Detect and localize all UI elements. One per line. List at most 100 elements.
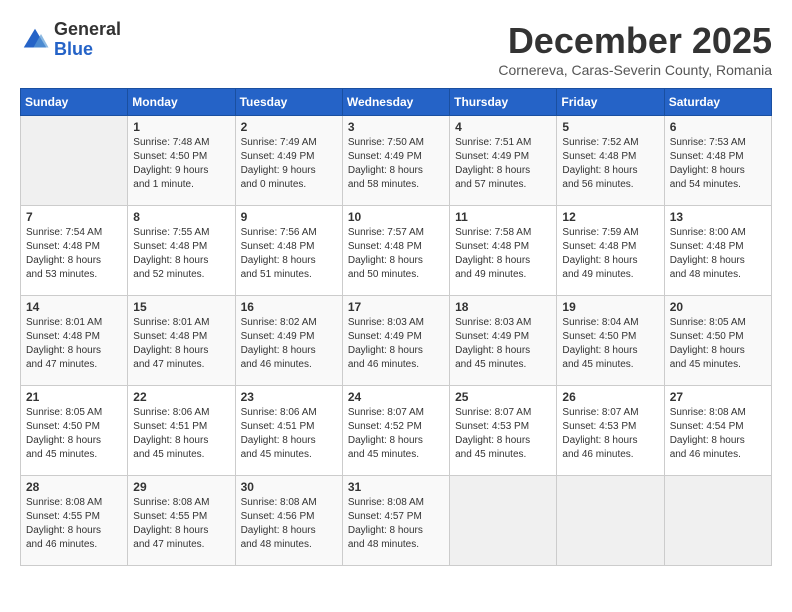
day-number: 21	[26, 390, 122, 404]
day-number: 10	[348, 210, 444, 224]
calendar-day-cell: 22 Sunrise: 8:06 AM Sunset: 4:51 PM Dayli…	[128, 386, 235, 476]
calendar-day-cell: 28Sunrise: 8:08 AM Sunset: 4:55 PM Dayli…	[21, 476, 128, 566]
calendar-day-cell: 4 Sunrise: 7:51 AM Sunset: 4:49 PM Daylig…	[450, 116, 557, 206]
day-info: Sunrise: 7:48 AM Sunset: 4:50 PM Dayligh…	[133, 136, 229, 192]
calendar-day-cell: 16Sunrise: 8:02 AM Sunset: 4:49 PM Dayli…	[235, 296, 342, 386]
calendar-subtitle: Cornereva, Caras-Severin County, Romania	[498, 62, 772, 78]
day-number: 13	[670, 210, 766, 224]
calendar-day-cell: 17 Sunrise: 8:03 AM Sunset: 4:49 PM Dayli…	[342, 296, 449, 386]
day-number: 2	[241, 120, 337, 134]
day-info: Sunrise: 8:05 AM Sunset: 4:50 PM Dayligh…	[26, 406, 122, 462]
day-info: Sunrise: 8:08 AM Sunset: 4:55 PM Dayligh…	[26, 496, 122, 552]
day-info: Sunrise: 7:49 AM Sunset: 4:49 PM Dayligh…	[241, 136, 337, 192]
day-info: Sunrise: 8:08 AM Sunset: 4:57 PM Dayligh…	[348, 496, 444, 552]
day-info: Sunrise: 8:08 AM Sunset: 4:55 PM Dayligh…	[133, 496, 229, 552]
weekday-header-thursday: Thursday	[450, 89, 557, 116]
day-number: 29	[133, 480, 229, 494]
calendar-day-cell: 21 Sunrise: 8:05 AM Sunset: 4:50 PM Dayli…	[21, 386, 128, 476]
day-number: 19	[562, 300, 658, 314]
day-info: Sunrise: 8:01 AM Sunset: 4:48 PM Dayligh…	[26, 316, 122, 372]
calendar-day-cell: 6 Sunrise: 7:53 AM Sunset: 4:48 PM Daylig…	[664, 116, 771, 206]
day-number: 27	[670, 390, 766, 404]
weekday-header-friday: Friday	[557, 89, 664, 116]
empty-cell	[450, 476, 557, 566]
empty-cell	[664, 476, 771, 566]
day-number: 5	[562, 120, 658, 134]
calendar-day-cell: 13Sunrise: 8:00 AM Sunset: 4:48 PM Dayli…	[664, 206, 771, 296]
day-info: Sunrise: 7:51 AM Sunset: 4:49 PM Dayligh…	[455, 136, 551, 192]
day-info: Sunrise: 7:55 AM Sunset: 4:48 PM Dayligh…	[133, 226, 229, 282]
calendar-day-cell: 11 Sunrise: 7:58 AM Sunset: 4:48 PM Dayli…	[450, 206, 557, 296]
day-number: 24	[348, 390, 444, 404]
calendar-week-row: 21 Sunrise: 8:05 AM Sunset: 4:50 PM Dayli…	[21, 386, 772, 476]
day-info: Sunrise: 8:08 AM Sunset: 4:56 PM Dayligh…	[241, 496, 337, 552]
day-info: Sunrise: 7:53 AM Sunset: 4:48 PM Dayligh…	[670, 136, 766, 192]
day-info: Sunrise: 8:05 AM Sunset: 4:50 PM Dayligh…	[670, 316, 766, 372]
day-info: Sunrise: 8:06 AM Sunset: 4:51 PM Dayligh…	[241, 406, 337, 462]
day-number: 4	[455, 120, 551, 134]
day-info: Sunrise: 8:02 AM Sunset: 4:49 PM Dayligh…	[241, 316, 337, 372]
day-number: 17	[348, 300, 444, 314]
calendar-day-cell: 20 Sunrise: 8:05 AM Sunset: 4:50 PM Dayli…	[664, 296, 771, 386]
day-info: Sunrise: 7:57 AM Sunset: 4:48 PM Dayligh…	[348, 226, 444, 282]
calendar-day-cell: 30Sunrise: 8:08 AM Sunset: 4:56 PM Dayli…	[235, 476, 342, 566]
day-number: 20	[670, 300, 766, 314]
calendar-title: December 2025	[498, 20, 772, 62]
calendar-day-cell: 14 Sunrise: 8:01 AM Sunset: 4:48 PM Dayli…	[21, 296, 128, 386]
calendar-week-row: 28Sunrise: 8:08 AM Sunset: 4:55 PM Dayli…	[21, 476, 772, 566]
day-info: Sunrise: 7:50 AM Sunset: 4:49 PM Dayligh…	[348, 136, 444, 192]
day-info: Sunrise: 7:52 AM Sunset: 4:48 PM Dayligh…	[562, 136, 658, 192]
day-number: 3	[348, 120, 444, 134]
day-number: 12	[562, 210, 658, 224]
day-info: Sunrise: 8:06 AM Sunset: 4:51 PM Dayligh…	[133, 406, 229, 462]
day-number: 25	[455, 390, 551, 404]
weekday-header-monday: Monday	[128, 89, 235, 116]
day-number: 31	[348, 480, 444, 494]
day-number: 6	[670, 120, 766, 134]
day-number: 15	[133, 300, 229, 314]
calendar-day-cell: 2 Sunrise: 7:49 AM Sunset: 4:49 PM Daylig…	[235, 116, 342, 206]
day-info: Sunrise: 8:04 AM Sunset: 4:50 PM Dayligh…	[562, 316, 658, 372]
day-number: 8	[133, 210, 229, 224]
day-info: Sunrise: 8:01 AM Sunset: 4:48 PM Dayligh…	[133, 316, 229, 372]
calendar-week-row: 14 Sunrise: 8:01 AM Sunset: 4:48 PM Dayli…	[21, 296, 772, 386]
day-number: 22	[133, 390, 229, 404]
calendar-day-cell: 19 Sunrise: 8:04 AM Sunset: 4:50 PM Dayli…	[557, 296, 664, 386]
calendar-day-cell: 8 Sunrise: 7:55 AM Sunset: 4:48 PM Daylig…	[128, 206, 235, 296]
calendar-day-cell: 27 Sunrise: 8:08 AM Sunset: 4:54 PM Dayli…	[664, 386, 771, 476]
calendar-day-cell: 9 Sunrise: 7:56 AM Sunset: 4:48 PM Daylig…	[235, 206, 342, 296]
calendar-day-cell: 26 Sunrise: 8:07 AM Sunset: 4:53 PM Dayli…	[557, 386, 664, 476]
day-number: 18	[455, 300, 551, 314]
day-info: Sunrise: 7:58 AM Sunset: 4:48 PM Dayligh…	[455, 226, 551, 282]
logo-text: General Blue	[54, 20, 121, 60]
day-number: 11	[455, 210, 551, 224]
day-info: Sunrise: 7:54 AM Sunset: 4:48 PM Dayligh…	[26, 226, 122, 282]
calendar-table: SundayMondayTuesdayWednesdayThursdayFrid…	[20, 88, 772, 566]
calendar-day-cell: 15 Sunrise: 8:01 AM Sunset: 4:48 PM Dayli…	[128, 296, 235, 386]
day-info: Sunrise: 7:59 AM Sunset: 4:48 PM Dayligh…	[562, 226, 658, 282]
weekday-header-tuesday: Tuesday	[235, 89, 342, 116]
day-number: 1	[133, 120, 229, 134]
day-info: Sunrise: 8:07 AM Sunset: 4:53 PM Dayligh…	[562, 406, 658, 462]
calendar-day-cell: 31 Sunrise: 8:08 AM Sunset: 4:57 PM Dayli…	[342, 476, 449, 566]
calendar-day-cell: 24 Sunrise: 8:07 AM Sunset: 4:52 PM Dayli…	[342, 386, 449, 476]
day-info: Sunrise: 8:03 AM Sunset: 4:49 PM Dayligh…	[455, 316, 551, 372]
calendar-week-row: 1 Sunrise: 7:48 AM Sunset: 4:50 PM Daylig…	[21, 116, 772, 206]
weekday-header-saturday: Saturday	[664, 89, 771, 116]
calendar-day-cell: 18 Sunrise: 8:03 AM Sunset: 4:49 PM Dayli…	[450, 296, 557, 386]
day-number: 14	[26, 300, 122, 314]
title-section: December 2025 Cornereva, Caras-Severin C…	[498, 20, 772, 78]
day-info: Sunrise: 8:08 AM Sunset: 4:54 PM Dayligh…	[670, 406, 766, 462]
day-number: 9	[241, 210, 337, 224]
calendar-day-cell: 5 Sunrise: 7:52 AM Sunset: 4:48 PM Daylig…	[557, 116, 664, 206]
calendar-day-cell: 7 Sunrise: 7:54 AM Sunset: 4:48 PM Daylig…	[21, 206, 128, 296]
day-info: Sunrise: 8:07 AM Sunset: 4:52 PM Dayligh…	[348, 406, 444, 462]
day-info: Sunrise: 7:56 AM Sunset: 4:48 PM Dayligh…	[241, 226, 337, 282]
day-number: 7	[26, 210, 122, 224]
calendar-day-cell: 1 Sunrise: 7:48 AM Sunset: 4:50 PM Daylig…	[128, 116, 235, 206]
weekday-header-sunday: Sunday	[21, 89, 128, 116]
calendar-day-cell: 25Sunrise: 8:07 AM Sunset: 4:53 PM Dayli…	[450, 386, 557, 476]
day-number: 26	[562, 390, 658, 404]
day-info: Sunrise: 8:03 AM Sunset: 4:49 PM Dayligh…	[348, 316, 444, 372]
calendar-day-cell: 23Sunrise: 8:06 AM Sunset: 4:51 PM Dayli…	[235, 386, 342, 476]
